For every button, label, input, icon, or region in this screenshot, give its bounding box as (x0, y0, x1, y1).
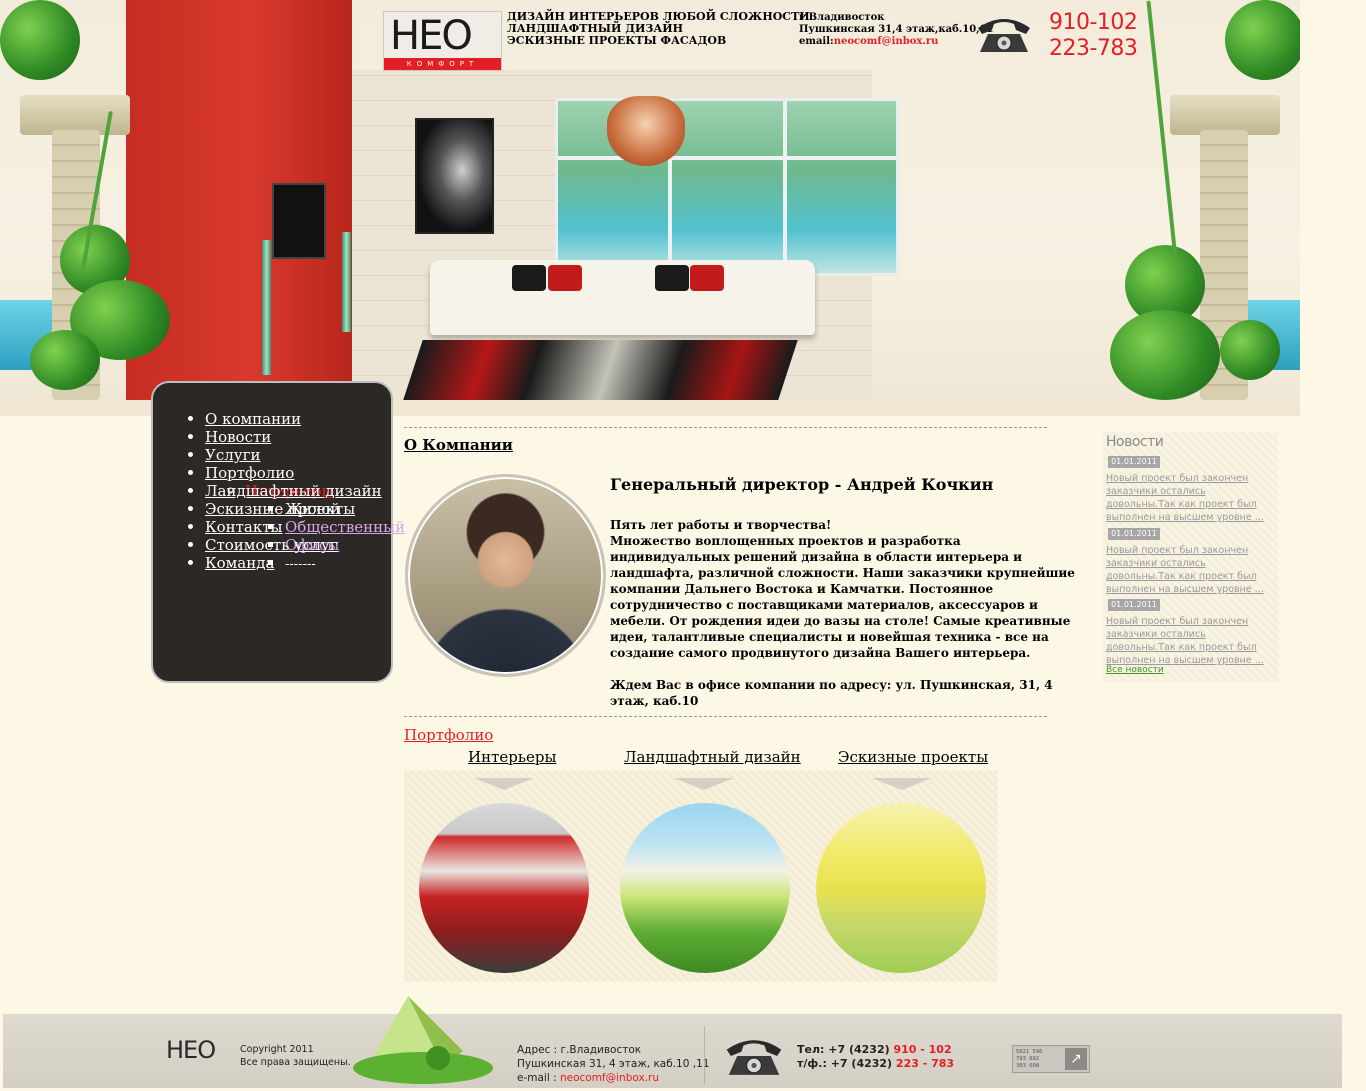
news-title: Новости (1106, 434, 1164, 450)
topiary-bush (1220, 320, 1280, 380)
menu-item-about[interactable]: О компании (205, 410, 301, 428)
news-date: 01.01.2011 (1108, 456, 1160, 468)
footer-fax: 223 - 783 (895, 1057, 955, 1070)
portfolio-link[interactable]: Портфолио (404, 726, 493, 744)
director-heading: Генеральный директор - Андрей Кочкин (610, 475, 994, 494)
portfolio-category-interiors[interactable]: Интерьеры (468, 748, 556, 766)
divider (404, 716, 1047, 717)
visitor-counter[interactable]: 5021 596 793 692 303 608 ↗ (1012, 1045, 1090, 1073)
news-item[interactable]: Новый проект был закончен заказчики оста… (1106, 615, 1276, 667)
about-title-link[interactable]: О Компании (404, 436, 513, 454)
column-capital (20, 95, 130, 135)
menu-item-services[interactable]: Услуги (205, 446, 260, 464)
news-date: 01.01.2011 (1108, 528, 1160, 540)
chandelier (607, 96, 685, 166)
menu-item-team[interactable]: Команда (205, 554, 274, 572)
header-banner (0, 0, 1300, 416)
topiary-bush (1110, 310, 1220, 400)
about-lead: Пять лет работы и творчества! (610, 518, 832, 532)
portfolio-thumb-sketches[interactable] (816, 803, 986, 973)
news-item[interactable]: Новый проект был закончен заказчики оста… (1106, 544, 1276, 596)
tree-foliage (1225, 0, 1300, 80)
about-text: Пять лет работы и творчества! Множество … (610, 517, 1080, 709)
copyright-rights: Все права защищены. (240, 1057, 351, 1068)
menu-item-news[interactable]: Новости (205, 428, 271, 446)
speaker (262, 240, 271, 375)
portfolio-category-landscape[interactable]: Ландшафтный дизайн (624, 748, 801, 766)
footer-phones: Тел: +7 (4232) 910 - 102 т/ф.: +7 (4232)… (797, 1043, 954, 1071)
menu-item-portfolio[interactable]: Портфолио (205, 464, 294, 482)
news-sidebar: Новости 01.01.2011 Новый проект был зако… (1103, 432, 1279, 682)
arrow-icon: ↗ (1065, 1048, 1087, 1070)
cushion (512, 265, 546, 291)
logo-subtitle: КОМФОРТ (384, 58, 501, 70)
copyright: Copyright 2011 Все права защищены. (240, 1043, 351, 1069)
counter-line: 5021 596 (1016, 1049, 1043, 1055)
telephone-icon (978, 19, 1030, 52)
menu-list: О компании Новости Услуги Портфолио Инте… (205, 410, 405, 572)
logo-word: НЕО (390, 13, 473, 59)
telephone-icon (726, 1040, 782, 1075)
menu-separator: ------- (285, 557, 316, 572)
footer-tel: 910 - 102 (893, 1043, 952, 1056)
portfolio-thumb-interiors[interactable] (419, 803, 589, 973)
header-phones: 910-102 223-783 (1049, 10, 1138, 62)
footer-fax-label: т/ф.: +7 (4232) (797, 1057, 896, 1070)
pyramid-grass-image (353, 996, 493, 1084)
menu-item-landscape[interactable]: Ландшафтный дизайн (205, 482, 382, 500)
footer-address: Адрес : г.Владивосток Пушкинская 31, 4 э… (517, 1043, 709, 1085)
chevron-down-icon (674, 778, 734, 790)
header-street: Пушкинская 31,4 этаж,каб.10,11 (799, 24, 994, 35)
footer-address-city: Адрес : г.Владивосток (517, 1044, 642, 1056)
column-capital (1170, 95, 1280, 135)
news-item[interactable]: Новый проект был закончен заказчики оста… (1106, 472, 1276, 524)
counter-line: 303 608 (1016, 1063, 1040, 1069)
speaker (342, 232, 351, 332)
director-photo (405, 474, 606, 677)
cushion (655, 265, 689, 291)
sofa-image (430, 260, 815, 335)
counter-digits: 5021 596 793 692 303 608 (1016, 1049, 1043, 1070)
wall-painting (415, 118, 494, 234)
header-city: г.Владивосток (799, 12, 885, 23)
tv-image (272, 183, 326, 259)
divider (404, 427, 1047, 428)
news-date: 01.01.2011 (1108, 599, 1160, 611)
header-phone: 910-102 (1049, 10, 1138, 35)
footer-email-label: e-mail : (517, 1072, 560, 1084)
chevron-down-icon (872, 778, 932, 790)
footer-divider (704, 1026, 705, 1084)
portfolio-category-sketches[interactable]: Эскизные проекты (838, 748, 988, 766)
header-slogans: ДИЗАЙН ИНТЕРЬЕРОВ ЛЮБОЙ СЛОЖНОСТИ ЛАНДША… (507, 11, 810, 47)
main-menu: О компании Новости Услуги Портфолио Инте… (151, 381, 405, 683)
cushion (690, 265, 724, 291)
chevron-down-icon (474, 778, 534, 790)
counter-line: 793 692 (1016, 1056, 1040, 1062)
footer-tel-label: Тел: +7 (4232) (797, 1043, 894, 1056)
footer-logo[interactable]: НЕО (166, 1037, 216, 1063)
about-body: Множество воплощенных проектов и разрабо… (610, 534, 1075, 660)
rug-image (403, 340, 798, 400)
header-email-label: email: (799, 36, 834, 47)
cushion (548, 265, 582, 291)
header-address: г.Владивосток Пушкинская 31,4 этаж,каб.1… (799, 12, 994, 48)
header-email-link[interactable]: neocomf@inbox.ru (834, 36, 939, 47)
about-address: Ждем Вас в офисе компании по адресу: ул.… (610, 678, 1053, 708)
tree-foliage (0, 0, 80, 80)
portfolio-thumb-landscape[interactable] (620, 803, 790, 973)
footer-email-link[interactable]: neocomf@inbox.ru (560, 1072, 659, 1084)
menu-item-public[interactable]: Общественный (285, 518, 405, 536)
slogan: ЭСКИЗНЫЕ ПРОЕКТЫ ФАСАДОВ (507, 34, 727, 47)
all-news-link[interactable]: Все новости (1106, 665, 1164, 675)
logo[interactable]: НЕО КОМФОРТ (383, 11, 502, 71)
menu-item-sketches[interactable]: Эскизные проекты (205, 500, 355, 518)
header-phone: 223-783 (1049, 36, 1138, 61)
menu-item-prices[interactable]: Стоимость услуг (205, 536, 338, 554)
footer-address-street: Пушкинская 31, 4 этаж, каб.10 ,11 (517, 1058, 710, 1070)
topiary-bush (30, 330, 100, 390)
copyright-year: Copyright 2011 (240, 1044, 314, 1055)
menu-item-contacts[interactable]: Контакты (205, 518, 283, 536)
